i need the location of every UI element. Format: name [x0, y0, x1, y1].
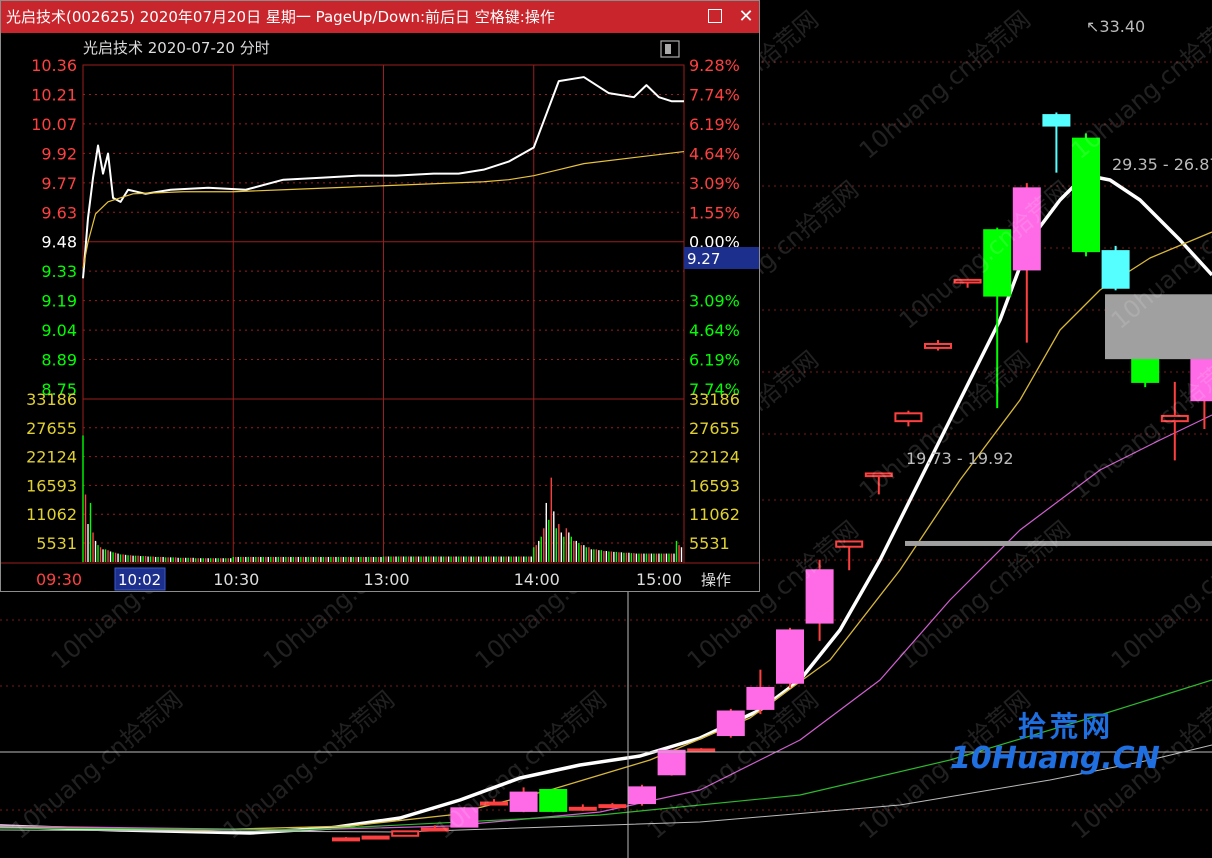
candle: [568, 804, 597, 811]
volume-tick-label-left: 27655: [26, 419, 77, 438]
candle-body: [746, 686, 775, 710]
candle-body: [1042, 114, 1071, 127]
watermark-text: 10huang.cn拾荒网: [6, 685, 188, 844]
watermark-text: 10huang.cn拾荒网: [1106, 515, 1212, 674]
price-tick-label: 10.21: [31, 85, 77, 104]
pct-tick-label: 6.19%: [689, 115, 740, 134]
maximize-icon[interactable]: [708, 9, 722, 23]
zone-upper-annotation: 29.35 - 26.87: [1112, 155, 1212, 174]
pct-tick-label: 1.55%: [689, 203, 740, 222]
candle: [657, 749, 686, 776]
candle: [746, 669, 775, 715]
price-tick-label: 9.77: [41, 174, 77, 193]
operate-button[interactable]: 操作: [701, 571, 731, 589]
volume-tick-label-left: 5531: [36, 534, 77, 553]
pct-tick-label: 4.64%: [689, 144, 740, 163]
candle-body: [687, 748, 716, 753]
settings-icon[interactable]: [660, 40, 680, 58]
volume-tick-label-left: 22124: [26, 448, 77, 467]
high-price-annotation: ↖33.40: [1086, 17, 1145, 36]
logo-text-en: 10Huang.CN: [950, 741, 1160, 776]
time-tick-label: 14:00: [514, 570, 560, 589]
candle: [361, 835, 390, 840]
price-tick-label: 9.48: [41, 233, 77, 252]
candle: [391, 830, 420, 837]
watermark-text: 10huang.cn拾荒网: [854, 345, 1036, 504]
candle-body: [894, 412, 923, 423]
candle-body: [332, 837, 360, 842]
candle: [539, 788, 568, 813]
candle: [894, 410, 923, 427]
popup-title: 光启技术(002625) 2020年07月20日 星期一 PageUp/Down…: [6, 8, 555, 26]
candle: [598, 803, 627, 809]
candle: [628, 784, 656, 806]
candle: [1101, 245, 1130, 291]
price-tick-label: 8.89: [41, 351, 77, 370]
candle-body: [509, 791, 538, 812]
price-tick-label: 9.33: [41, 262, 77, 281]
candle: [509, 787, 538, 813]
candle-body: [776, 629, 804, 684]
time-tick-label: 09:30: [36, 570, 82, 589]
price-tick-label: 9.92: [41, 144, 77, 163]
price-tick-label: 9.04: [41, 321, 77, 340]
candle-body: [657, 749, 686, 776]
intraday-chart: 光启技术 2020-07-20 分时 10.36 9.28% 10.21 7.74% 1…: [1, 39, 759, 591]
pct-tick-label: 3.09%: [689, 292, 740, 311]
candle-body: [924, 342, 952, 349]
volume-tick-label-right: 11062: [689, 505, 740, 524]
price-tick-label: 10.07: [31, 115, 77, 134]
watermark-text: 10huang.cn拾荒网: [894, 175, 1076, 334]
price-tick-label: 10.36: [31, 56, 77, 75]
candle: [776, 627, 804, 688]
candle-body: [598, 804, 627, 809]
volume-tick-label-right: 5531: [689, 534, 730, 553]
watermark-text: 10huang.cn拾荒网: [854, 5, 1036, 164]
volume-tick-label-left: 11062: [26, 505, 77, 524]
site-logo: 拾荒网 10Huang.CN: [950, 705, 1170, 790]
candle-body: [716, 710, 745, 737]
popup-titlebar[interactable]: 光启技术(002625) 2020年07月20日 星期一 PageUp/Down…: [1, 1, 759, 33]
current-price-tag: 9.27: [684, 247, 759, 269]
candle-body: [391, 830, 420, 837]
intraday-popup-window[interactable]: 光启技术(002625) 2020年07月20日 星期一 PageUp/Down…: [0, 0, 760, 592]
price-tick-label: 9.63: [41, 203, 77, 222]
candle-body: [628, 786, 656, 805]
current-price-label: 9.27: [687, 250, 720, 268]
volume-tick-label-left: 16593: [26, 476, 77, 495]
selected-time-tag: 10:02: [114, 567, 166, 591]
volume-tick-label-right: 16593: [689, 476, 740, 495]
time-tick-label: 15:00: [636, 570, 682, 589]
candle-body: [568, 806, 597, 811]
time-tick-label: 10:30: [213, 570, 259, 589]
candle-body: [361, 835, 390, 840]
logo-text-cn: 拾荒网: [1018, 710, 1115, 743]
pct-tick-label: 3.09%: [689, 174, 740, 193]
price-tick-label: 9.19: [41, 292, 77, 311]
pct-tick-label: 4.64%: [689, 321, 740, 340]
candle: [332, 837, 360, 842]
candle: [687, 748, 716, 753]
volume-tick-label-left: 33186: [26, 390, 77, 409]
pct-tick-label: 6.19%: [689, 351, 740, 370]
pct-tick-label: 7.74%: [689, 85, 740, 104]
candle: [924, 340, 952, 351]
volume-tick-label-right: 27655: [689, 419, 740, 438]
time-tick-label: 13:00: [364, 570, 410, 589]
candle-body: [1101, 250, 1130, 289]
volume-tick-label-right: 33186: [689, 390, 740, 409]
selected-time-label: 10:02: [118, 571, 161, 589]
pct-tick-label: 9.28%: [689, 56, 740, 75]
candle: [716, 708, 745, 738]
volume-tick-label-right: 22124: [689, 448, 740, 467]
close-icon[interactable]: ✕: [735, 1, 757, 33]
candle-body: [539, 788, 568, 812]
chart-header: 光启技术 2020-07-20 分时: [83, 39, 270, 57]
